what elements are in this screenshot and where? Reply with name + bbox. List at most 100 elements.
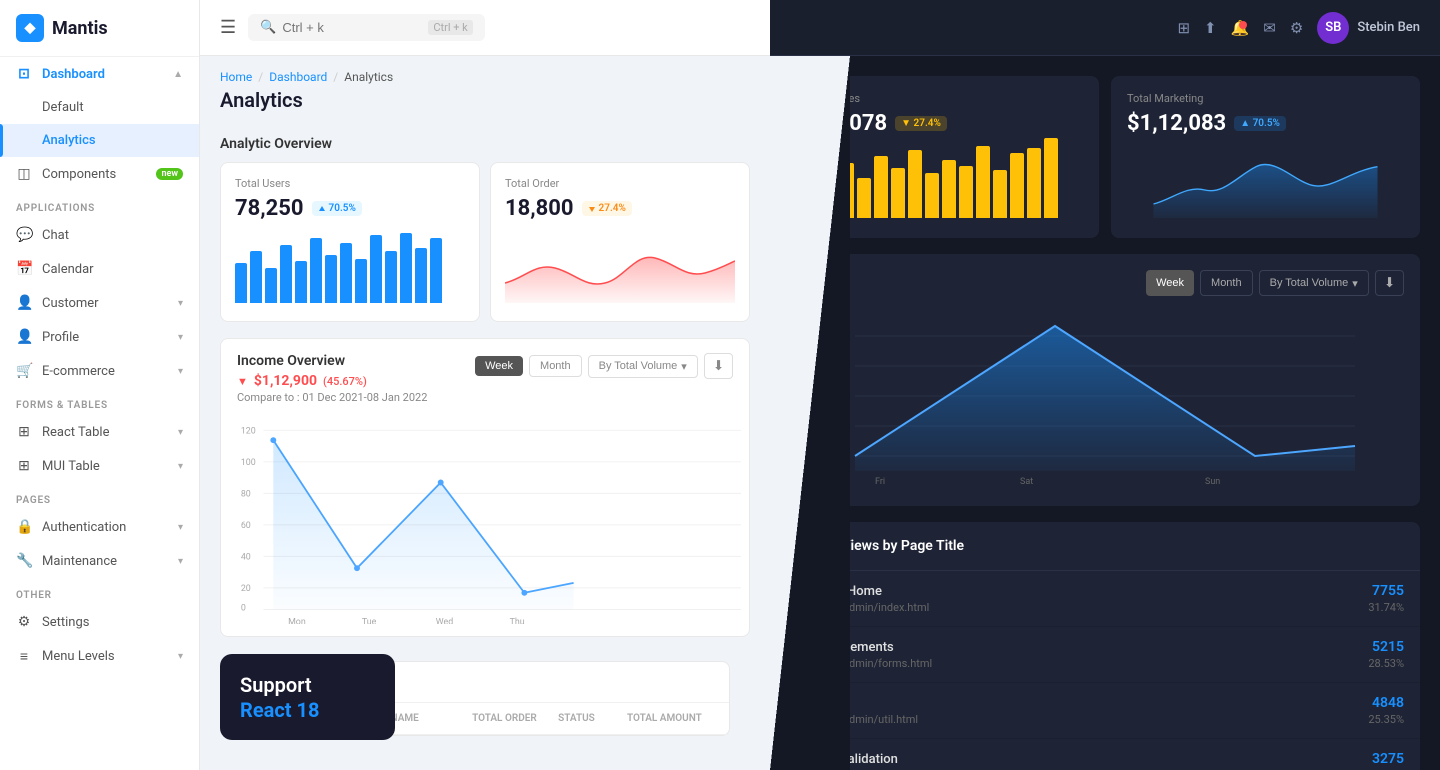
pages-label: Pages [0,483,199,510]
pv-pct-3: 25.35% [1368,713,1404,726]
search-shortcut: Ctrl + k [428,20,472,35]
chevron-down-icon: ▾ [681,360,687,373]
pv-count-4: 3275 [1368,751,1404,767]
pv-count-3: 4848 [1368,695,1404,711]
svg-text:20: 20 [241,584,251,594]
breadcrumb-home[interactable]: Home [220,70,252,84]
sidebar-item-profile[interactable]: 👤 Profile ▾ [0,320,199,354]
user-avatar-button[interactable]: SB Stebin Ben [1317,12,1420,44]
stat-card-orders: Total Order 18,800 27.4% [490,162,750,322]
topbar-light: ☰ 🔍 Ctrl + k [200,0,770,56]
stat-value-marketing: $1,12,083 ▲ 70.5% [1127,111,1404,136]
bar [430,238,442,303]
upload-icon[interactable]: ⬆ [1204,19,1217,37]
chat-icon: 💬 [16,227,32,243]
income-header: Income Overview ▼ $1,12,900 (45.67%) Com… [221,339,749,404]
sidebar-item-label: Dashboard [42,67,105,82]
svg-text:80: 80 [241,489,251,499]
stat-card-marketing: Total Marketing $1,12,083 ▲ 70.5% [1111,76,1420,238]
settings-icon[interactable]: ⚙ [1290,19,1303,37]
bar [1044,138,1058,218]
sidebar-item-mui-table[interactable]: ⊞ MUI Table ▾ [0,449,199,483]
diagonal-divider [770,56,850,770]
breadcrumb: Home / Dashboard / Analytics [220,70,750,84]
search-input[interactable] [282,20,422,35]
sidebar-item-settings[interactable]: ⚙ Settings [0,605,199,639]
dark-volume-button[interactable]: By Total Volume ▾ [1259,270,1369,296]
area-chart-marketing [1127,148,1404,218]
download-button[interactable]: ⬇ [704,353,733,379]
bar-chart-users [235,233,465,303]
mail-icon[interactable]: ✉ [1263,19,1276,37]
grid-icon[interactable]: ⊞ [1177,19,1190,37]
chevron-down-icon: ▾ [178,522,183,533]
sidebar-item-label: Calendar [42,262,94,277]
line-chart-container: 120 100 80 60 40 20 0 [221,404,749,636]
applications-label: Applications [0,191,199,218]
dark-download-button[interactable]: ⬇ [1375,270,1404,296]
support-popup[interactable]: Support React 18 [220,654,395,740]
bar [295,261,307,303]
chevron-up-icon: ▲ [173,69,183,80]
svg-text:100: 100 [241,458,256,468]
new-badge: new [156,168,183,180]
bar [370,235,382,303]
dark-week-button[interactable]: Week [1146,270,1194,296]
forms-label: Forms & Tables [0,388,199,415]
svg-text:Fri: Fri [875,477,885,486]
support-popup-title: Support [240,672,375,698]
sidebar-item-calendar[interactable]: 📅 Calendar [0,252,199,286]
avatar: SB [1317,12,1349,44]
stat-badge-sales: ▼ 27.4% [895,116,947,131]
notification-icon[interactable]: 🔔 [1231,19,1250,37]
bar [400,233,412,303]
search-box[interactable]: 🔍 Ctrl + k [248,14,485,41]
svg-text:120: 120 [241,426,256,436]
sidebar-logo[interactable]: ◆ Mantis [0,0,199,57]
ecommerce-icon: 🛒 [16,363,32,379]
logo-icon: ◆ [16,14,44,42]
sidebar-item-analytics[interactable]: Analytics [0,124,199,157]
settings-icon: ⚙ [16,614,32,630]
breadcrumb-current: Analytics [344,70,393,84]
topbar: ☰ 🔍 Ctrl + k ⊞ ⬆ 🔔 ✉ ⚙ SB Stebin Ben [200,0,1440,56]
bar [908,150,922,218]
sidebar-item-label: Default [42,100,84,115]
sidebar-item-chat[interactable]: 💬 Chat [0,218,199,252]
sidebar-item-authentication[interactable]: 🔒 Authentication ▾ [0,510,199,544]
sidebar-item-default[interactable]: Default [0,91,199,124]
page-view-item-1: Admin Home /demo/admin/index.html 7755 3… [790,571,1420,627]
chevron-down-icon: ▾ [178,332,183,343]
other-label: Other [0,578,199,605]
bar [250,251,262,303]
dark-triangle-chart: Fri Sat Sun [806,306,1404,486]
menu-toggle-button[interactable]: ☰ [220,17,236,38]
sidebar-item-react-table[interactable]: ⊞ React Table ▾ [0,415,199,449]
week-button[interactable]: Week [475,356,523,376]
topbar-icons: ⊞ ⬆ 🔔 ✉ ⚙ [1177,19,1303,37]
svg-text:0: 0 [241,603,246,613]
sidebar-item-label: Chat [42,228,69,243]
app-name: Mantis [52,18,108,39]
svg-text:Sun: Sun [1205,477,1220,486]
sidebar-item-menu-levels[interactable]: ≡ Menu Levels ▾ [0,639,199,674]
bar [355,259,367,303]
income-value: $1,12,900 [254,373,317,389]
sidebar-item-dashboard[interactable]: ⊡ Dashboard ▲ [0,57,199,91]
dark-month-button[interactable]: Month [1200,270,1253,296]
pv-count-1: 7755 [1368,583,1404,599]
month-button[interactable]: Month [529,355,582,377]
income-info: Income Overview ▼ $1,12,900 (45.67%) Com… [237,353,427,404]
pv-pct-2: 28.53% [1368,657,1404,670]
sidebar-item-customer[interactable]: 👤 Customer ▾ [0,286,199,320]
sidebar-item-components[interactable]: ◫ Components new [0,157,199,191]
volume-button[interactable]: By Total Volume ▾ [588,355,698,378]
sidebar-item-maintenance[interactable]: 🔧 Maintenance ▾ [0,544,199,578]
pv-pct-1: 31.74% [1368,601,1404,614]
sidebar-item-label: Authentication [42,520,126,535]
stat-badge-marketing: ▲ 70.5% [1234,116,1286,131]
breadcrumb-dashboard[interactable]: Dashboard [269,70,327,84]
sidebar-item-ecommerce[interactable]: 🛒 E-commerce ▾ [0,354,199,388]
svg-text:40: 40 [241,552,251,562]
support-popup-subtitle: React 18 [240,698,375,722]
